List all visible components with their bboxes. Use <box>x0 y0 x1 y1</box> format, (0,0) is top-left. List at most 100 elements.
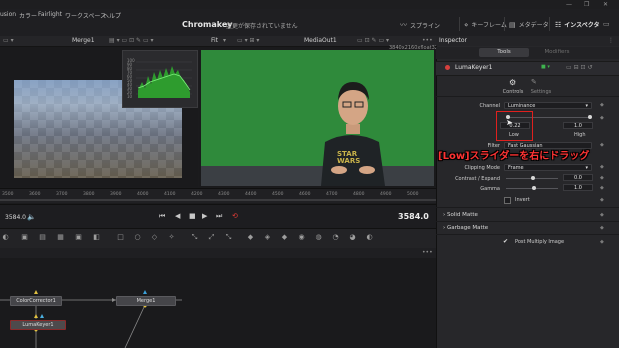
window-titlebar <box>0 0 619 9</box>
3d-tool-icon[interactable]: ◆ <box>279 233 290 242</box>
timeline-range-bar[interactable] <box>0 199 436 201</box>
high-slider-knob[interactable] <box>588 115 592 119</box>
contrast-label: Contrast / Expand <box>455 176 500 182</box>
keyframe-diamond-icon[interactable]: ◆ <box>600 164 604 170</box>
clipping-mode-dropdown[interactable]: Frame ▾ <box>504 164 592 171</box>
channel-dropdown[interactable]: Luminance ▾ <box>504 102 592 109</box>
ellipse-mask-icon[interactable]: ○ <box>132 233 143 242</box>
shape-tool-icon[interactable]: ◕ <box>347 233 358 242</box>
brightness-tool-icon[interactable]: ⤢ <box>206 233 217 242</box>
ruler-tick: 4300 <box>218 192 230 197</box>
viewer-right-tools-icon[interactable]: ▭ ▾ ⊞ ▾ <box>237 37 259 44</box>
svg-text:WARS: WARS <box>337 157 360 165</box>
tool-header-icons[interactable]: ▭ ⊟ ⊡ ↺ <box>566 64 592 71</box>
tab-inspector[interactable]: ☷ インスペクタ <box>555 20 600 30</box>
tab-tools[interactable]: Tools <box>479 48 529 57</box>
tab-spline[interactable]: 〰 スプライン <box>400 20 440 30</box>
close-button[interactable]: ✕ <box>603 1 608 8</box>
tab-modifiers[interactable]: Modifiers <box>532 48 582 57</box>
renderer-tool-icon[interactable]: ◔ <box>330 233 341 242</box>
settings-icon[interactable]: ✎ <box>531 78 537 86</box>
menu-help[interactable]: ヘルプ <box>103 11 121 20</box>
controls-icon[interactable]: ⚙ <box>509 78 516 87</box>
invert-checkbox[interactable] <box>504 197 511 204</box>
menu-workspace[interactable]: ワークスペース <box>65 11 106 20</box>
background-tool-icon[interactable]: ▣ <box>19 233 30 242</box>
viewer-right-options-icon[interactable]: ▭ ⊡ ✎ ▭ ▾ <box>357 37 389 44</box>
chat-icon[interactable]: ▭ <box>603 20 610 28</box>
menu-fusion[interactable]: usion <box>0 11 16 18</box>
tab-separator <box>459 17 460 31</box>
go-to-start-button[interactable]: ⏮ <box>159 212 165 221</box>
node-merge[interactable]: Merge1 <box>116 296 176 306</box>
paint-tool-icon[interactable]: ▤ <box>37 233 48 242</box>
current-frame-field[interactable]: 3584.0 <box>5 214 26 221</box>
divider <box>436 234 619 235</box>
chevron-down-icon[interactable]: ▾ <box>223 37 226 44</box>
keyframe-diamond-icon[interactable]: ◆ <box>600 115 604 121</box>
light-tool-icon[interactable]: ◍ <box>313 233 324 242</box>
keyframe-diamond-icon[interactable]: ◆ <box>600 102 604 108</box>
play-button[interactable]: ▶ <box>202 212 207 220</box>
tab-settings[interactable]: Settings <box>526 89 556 95</box>
tab-controls[interactable]: Controls <box>498 89 528 95</box>
color-tool-icon[interactable]: ⤡ <box>223 233 234 242</box>
merge3d-tool-icon[interactable]: ◐ <box>364 233 375 242</box>
tool-color-dot[interactable] <box>445 65 450 70</box>
keyframe-icon: ⋄ <box>464 20 469 29</box>
menu-fairlight[interactable]: Fairlight <box>38 11 62 18</box>
keyframe-diamond-icon[interactable]: ◆ <box>600 185 604 191</box>
rectangle-mask-icon[interactable]: □ <box>115 233 126 242</box>
text-tool-icon[interactable]: ▣ <box>73 233 84 242</box>
garbage-matte-section[interactable]: › Garbage Matte <box>443 225 488 231</box>
polygon-mask-icon[interactable]: ◇ <box>149 233 160 242</box>
transform-tool-icon[interactable]: ⤡ <box>189 233 200 242</box>
ruler-tick: 4100 <box>164 192 176 197</box>
post-multiply-checkbox[interactable]: ✔ <box>503 238 508 245</box>
loop-icon[interactable]: ⟲ <box>232 212 238 220</box>
contrast-value-field[interactable]: 0.0 <box>563 174 593 181</box>
metadata-icon: ▤ <box>509 20 516 29</box>
tool-enabled-icon[interactable]: ■ ▾ <box>541 64 550 70</box>
solid-matte-section[interactable]: › Solid Matte <box>443 212 478 218</box>
highlight-box <box>496 111 533 141</box>
stop-button[interactable]: ■ <box>189 212 196 220</box>
channel-label: Channel <box>479 103 500 109</box>
keyframe-diamond-icon[interactable]: ◆ <box>600 197 604 203</box>
minimize-button[interactable]: — <box>566 1 572 8</box>
viewer-left-menu-icon[interactable]: ▭ ▾ <box>3 37 14 44</box>
gamma-slider-knob[interactable] <box>532 186 536 190</box>
tab-keyframes[interactable]: ⋄ キーフレーム <box>464 20 507 30</box>
viewer-more-icon[interactable]: ••• <box>422 37 433 44</box>
keyframe-diamond-icon[interactable]: ◆ <box>600 212 604 218</box>
camera-tool-icon[interactable]: ◉ <box>296 233 307 242</box>
keyframe-diamond-icon[interactable]: ◆ <box>600 225 604 231</box>
node-color-corrector[interactable]: ColorCorrector1 <box>10 296 62 306</box>
garbage-matte-label: Garbage Matte <box>446 225 489 231</box>
merge-tool-icon[interactable]: ◧ <box>91 233 102 242</box>
project-title: Chromakey <box>182 20 233 29</box>
tab-metadata[interactable]: ▤ メタデータ <box>509 20 549 30</box>
viewer-left-options-icon[interactable]: ▤ ▾ ▭ ⊡ ✎ ▭ ▾ <box>109 37 154 44</box>
speaker-icon[interactable]: 🔈 <box>27 213 36 221</box>
particle-tool-icon[interactable]: ◈ <box>262 233 273 242</box>
keyframe-diamond-icon[interactable]: ◆ <box>600 239 604 245</box>
go-to-end-button[interactable]: ⏭ <box>216 212 222 221</box>
drop-tool-icon[interactable]: ◐ <box>0 233 11 242</box>
zoom-fit-dropdown[interactable]: Fit <box>211 37 218 44</box>
keyframe-diamond-icon[interactable]: ◆ <box>600 142 604 148</box>
inspector-menu-icon[interactable]: ⋮ <box>608 37 614 44</box>
divider <box>436 207 619 208</box>
maximize-button[interactable]: ❐ <box>584 1 589 8</box>
play-reverse-button[interactable]: ◀ <box>175 212 180 220</box>
contrast-slider-knob[interactable] <box>531 176 535 180</box>
image-tool-icon[interactable]: ▦ <box>55 233 66 242</box>
gamma-value-field[interactable]: 1.0 <box>563 184 593 191</box>
node-editor-more-icon[interactable]: ••• <box>422 249 433 256</box>
blur-tool-icon[interactable]: ◆ <box>245 233 256 242</box>
bspline-mask-icon[interactable]: ✧ <box>166 233 177 242</box>
node-luma-keyer[interactable]: LumaKeyer1 <box>10 320 66 330</box>
menu-color[interactable]: カラー <box>19 11 37 20</box>
high-value-field[interactable]: 1.0 <box>563 122 593 129</box>
keyframe-diamond-icon[interactable]: ◆ <box>600 175 604 181</box>
